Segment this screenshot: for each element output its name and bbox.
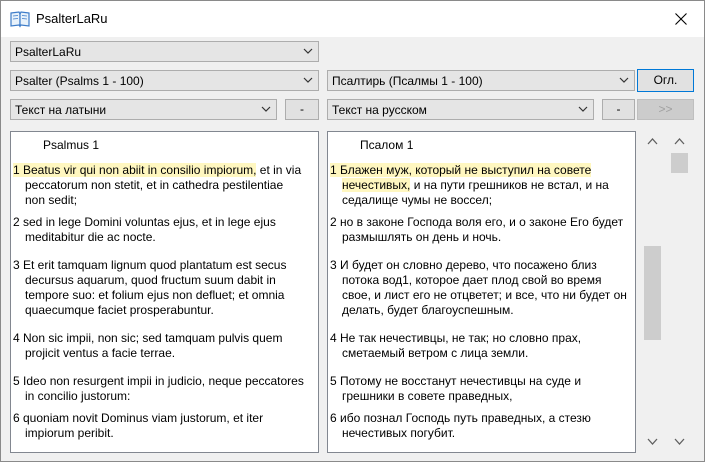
toc-button[interactable]: Огл. xyxy=(637,69,694,92)
verse-first-line: 1 Блажен муж, который не выступил на сов… xyxy=(330,163,634,178)
verse: 5 Ideo non resurgent impii in judicio, n… xyxy=(13,374,317,404)
chevron-down-icon xyxy=(303,77,313,83)
module-select-value: PsalterLaRu xyxy=(15,45,82,59)
verse-first-line: 3 И будет он словно дерево, что посажено… xyxy=(330,258,634,273)
verse: 6 ибо познал Господь путь праведных, а с… xyxy=(330,411,634,441)
right-text-select-value: Текст на русском xyxy=(332,103,427,117)
window-title: PsalterLaRu xyxy=(36,11,108,26)
verse-text: et in via xyxy=(256,163,302,177)
verse-text: 4 Не так нечестивцы, не так; но словно п… xyxy=(330,331,582,345)
chevron-down-icon xyxy=(619,77,629,83)
verse-text: 1 Beatus vir qui non abiit in consilio i… xyxy=(13,163,257,177)
verse: 2 но в законе Господа воля его, и о зако… xyxy=(330,215,634,245)
verse: 6 quoniam novit Dominus viam justorum, e… xyxy=(13,411,317,441)
verse-text: 6 quoniam novit Dominus viam justorum, e… xyxy=(13,411,264,425)
verse-first-line: 4 Non sic impii, non sic; sed tamquam pu… xyxy=(13,331,317,346)
verse-continuation: quaecumque faciet prosperabuntur. xyxy=(25,303,214,317)
left-book-select[interactable]: Psalter (Psalms 1 - 100) xyxy=(10,70,319,91)
title-bar: PsalterLaRu xyxy=(1,1,704,37)
verse-first-line: 4 Не так нечестивцы, не так; но словно п… xyxy=(330,331,634,346)
verse-continuation: свое, и лист его не отцветет; и все, что… xyxy=(342,288,627,302)
verse-continuation: грешники в совете праведных, xyxy=(342,389,513,403)
app-window: PsalterLaRu PsalterLaRu Psalter (Psalms … xyxy=(0,0,705,462)
verse-continuation: impiorum peribit. xyxy=(25,426,114,440)
verse-text: 2 но в законе Господа воля его, и о зако… xyxy=(330,215,624,229)
chevron-up-icon[interactable] xyxy=(674,136,685,147)
verse: 2 sed in lege Domini voluntas ejus, et i… xyxy=(13,215,317,245)
verse-first-line: 5 Ideo non resurgent impii in judicio, n… xyxy=(13,374,317,389)
left-text-select[interactable]: Текст на латыни xyxy=(10,99,277,120)
verse-text: 3 И будет он словно дерево, что посажено… xyxy=(330,258,597,272)
verse-first-line: 3 Et erit tamquam lignum quod plantatum … xyxy=(13,258,317,273)
verse-first-line: 2 sed in lege Domini voluntas ejus, et i… xyxy=(13,215,317,230)
verse-continuation: tempore suo: et folium ejus non defluet;… xyxy=(25,288,285,302)
right-text-select[interactable]: Текст на русском xyxy=(327,99,594,120)
verse-continuation: meditabitur die ac nocte. xyxy=(25,230,156,244)
chevron-down-icon xyxy=(578,106,588,112)
verse: 4 Не так нечестивцы, не так; но словно п… xyxy=(330,331,634,361)
verse: 3 Et erit tamquam lignum quod plantatum … xyxy=(13,258,317,318)
chevron-down-icon xyxy=(261,106,271,112)
russian-psalm-heading: Псалом 1 xyxy=(360,138,414,152)
russian-text-pane[interactable]: Псалом 1 1 Блажен муж, который не выступ… xyxy=(327,131,636,453)
left-book-select-value: Psalter (Psalms 1 - 100) xyxy=(15,74,144,88)
right-book-select[interactable]: Псалтирь (Псалмы 1 - 100) xyxy=(327,70,635,91)
chevron-down-icon[interactable] xyxy=(674,436,685,447)
verse-text: 4 Non sic impii, non sic; sed tamquam pu… xyxy=(13,331,283,345)
verse-text: 3 Et erit tamquam lignum quod plantatum … xyxy=(13,258,287,272)
latin-text-pane[interactable]: Psalmus 1 1 Beatus vir qui non abiit in … xyxy=(10,131,319,453)
verse-continuation: потока вод1, которое дает плод свой во в… xyxy=(342,273,602,287)
verse-continuation: in concilio justorum: xyxy=(25,389,131,403)
verse-continuation: седалище чумы не воссел; xyxy=(342,193,493,207)
verse-continuation: нечестивых погубит. xyxy=(342,426,456,440)
verse: 3 И будет он словно дерево, что посажено… xyxy=(330,258,634,318)
left-text-select-value: Текст на латыни xyxy=(15,103,107,117)
latin-psalm-heading: Psalmus 1 xyxy=(43,138,100,152)
scroll-thumb-right[interactable] xyxy=(671,153,688,173)
close-icon xyxy=(675,13,687,25)
verse-first-line: 6 ибо познал Господь путь праведных, а с… xyxy=(330,411,634,426)
chevron-down-icon[interactable] xyxy=(647,436,658,447)
verse-first-line: 5 Потому не восстанут нечестивцы на суде… xyxy=(330,374,634,389)
verse-text: и на пути грешников не встал, и на xyxy=(410,178,609,192)
verse: 5 Потому не восстанут нечестивцы на суде… xyxy=(330,374,634,404)
right-minus-button[interactable]: - xyxy=(602,99,635,120)
verse-continuation: делать, будет благоуспешным. xyxy=(342,303,514,317)
verse-text: 1 Блажен муж, который не выступил на сов… xyxy=(330,163,592,177)
verse-text: 5 Ideo non resurgent impii in judicio, n… xyxy=(13,374,304,388)
verse-first-line: 2 но в законе Господа воля его, и о зако… xyxy=(330,215,634,230)
verse-continuation: peccatorum non stetit, et in cathedra pe… xyxy=(25,178,284,192)
verse-first-line: 6 quoniam novit Dominus viam justorum, e… xyxy=(13,411,317,426)
verse-text: нечестивых, xyxy=(342,178,411,192)
verse-first-line: 1 Beatus vir qui non abiit in consilio i… xyxy=(13,163,317,178)
verse-text: 6 ибо познал Господь путь праведных, а с… xyxy=(330,411,591,425)
scroll-thumb-left[interactable] xyxy=(644,246,661,340)
verse-continuation: projicit ventus a facie terrae. xyxy=(25,346,176,360)
verse-continuation: нечестивых, и на пути грешников не встал… xyxy=(330,178,634,193)
verse-continuation: размышлять он день и ночь. xyxy=(342,230,502,244)
module-select[interactable]: PsalterLaRu xyxy=(10,41,319,62)
verse: 4 Non sic impii, non sic; sed tamquam pu… xyxy=(13,331,317,361)
scrollbar-left[interactable] xyxy=(644,132,661,452)
verse-text: 2 sed in lege Domini voluntas ejus, et i… xyxy=(13,215,276,229)
verse-text: 5 Потому не восстанут нечестивцы на суде… xyxy=(330,374,582,388)
right-book-select-value: Псалтирь (Псалмы 1 - 100) xyxy=(332,74,483,88)
scrollbar-right[interactable] xyxy=(671,132,688,452)
chevron-down-icon xyxy=(303,48,313,54)
left-minus-button[interactable]: - xyxy=(285,99,319,120)
verse: 1 Блажен муж, который не выступил на сов… xyxy=(330,163,634,208)
verse-continuation: сметаемый ветром с лица земли. xyxy=(342,346,529,360)
verse: 1 Beatus vir qui non abiit in consilio i… xyxy=(13,163,317,208)
book-icon xyxy=(10,11,30,28)
chevron-up-icon[interactable] xyxy=(647,136,658,147)
close-button[interactable] xyxy=(658,1,704,37)
verse-continuation: decursus aquarum, quod fructum suum dabi… xyxy=(25,273,276,287)
next-button[interactable]: >> xyxy=(637,99,694,120)
verse-continuation: non sedit; xyxy=(25,193,78,207)
